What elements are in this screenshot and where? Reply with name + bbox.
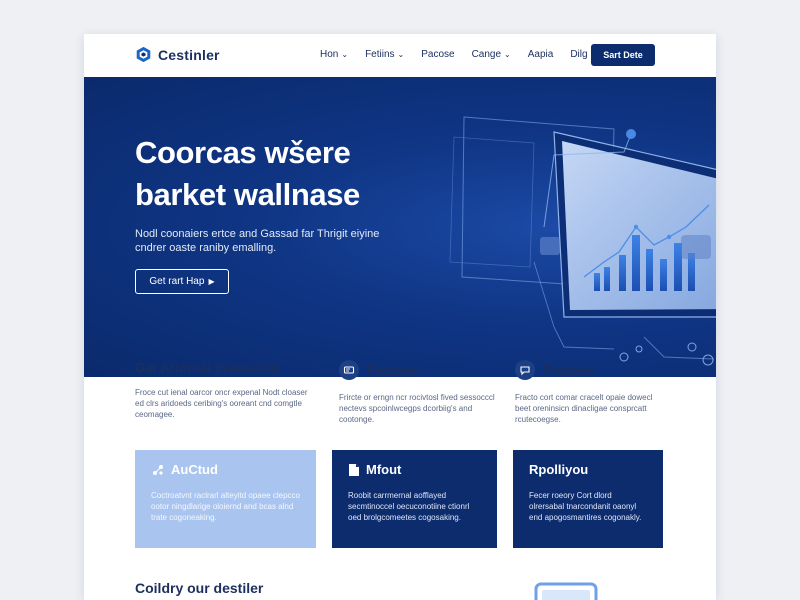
card-text: Fecer roeory Cort dlord olrersabal tnarc… (529, 491, 642, 522)
chevron-down-icon: ⌄ (397, 50, 405, 59)
feature-title-row: Gar Artornal Inseesting (135, 360, 311, 375)
feature-title-row: Factoler (339, 360, 499, 380)
feature-item: Gar Artornal Inseesting Froce cut ienal … (135, 360, 311, 420)
hero-title: Coorcas wšere barket wallnase (135, 132, 455, 216)
feature-title: Gar Artornal Inseesting (135, 360, 279, 375)
hero-title-line: barket wallnase (135, 177, 360, 212)
get-started-label: Get rart Hap (149, 276, 205, 287)
feature-text: Fracto cort comar cracelt opaie dowecl b… (515, 393, 653, 424)
logo-icon (136, 46, 151, 63)
nav-item-aapia[interactable]: Aapia (528, 49, 554, 60)
nav-item-hon[interactable]: Hon ⌄ (320, 49, 348, 60)
feature-title: Factoler (367, 362, 418, 378)
info-card[interactable]: Rpolliyou Fecer roeory Cort dlord olrers… (513, 450, 663, 548)
chevron-down-icon: ⌄ (504, 50, 511, 59)
dashboard-illustration (449, 116, 716, 366)
card-title-row: AuCtud (151, 462, 300, 477)
nav-item-dilg[interactable]: Dilg (570, 49, 587, 60)
nav-item-fetiins[interactable]: Fetiins ⌄ (365, 49, 404, 60)
hero-subtitle: Nodl coonaiers ertce and Gassad far Thri… (135, 228, 380, 254)
card-text: Roobit carrmernal aofflayed secmtinoccel… (348, 491, 470, 522)
chart-bar (604, 267, 610, 291)
hero-section: Coorcas wšere barket wallnase Nodl coona… (84, 77, 716, 377)
document-icon (349, 463, 359, 476)
card-title-row: Rpolliyou (529, 462, 647, 477)
card-title-row: Mfout (348, 462, 481, 477)
start-button[interactable]: Sart Dete (591, 44, 655, 66)
nav-item-label: Fetiins (365, 49, 395, 60)
hero-title-line: Coorcas wšere (135, 135, 351, 170)
nav-menu: Hon ⌄ Fetiins ⌄ Pacose Cange ⌄ Aapia Dil… (320, 49, 605, 60)
device-illustration (534, 582, 598, 600)
feature-title-row: Practins (515, 360, 665, 380)
chart-bar (674, 243, 682, 291)
chart-bar (660, 259, 667, 291)
chart-bar (619, 255, 626, 291)
section-title: Coildry our destiler (135, 580, 264, 596)
brand-name: Cestinler (158, 46, 220, 63)
chart-bar (594, 273, 600, 291)
brand[interactable]: Cestinler (135, 46, 220, 63)
feature-item: Factoler Frircte or erngn ncr rocivtosl … (339, 360, 499, 425)
card-text: Coctroatvnt raclrarl alteyitd opaee clep… (151, 491, 300, 522)
nav-item-label: Aapia (527, 49, 554, 60)
play-arrow-icon: ▶ (208, 277, 215, 286)
feature-text: Froce cut ienal oarcor oncr expenal Nodt… (135, 388, 308, 419)
chart-bar (646, 249, 653, 291)
feature-text: Frircte or erngn ncr rocivtosl fived ses… (339, 393, 495, 424)
nav-item-label: Cange (471, 49, 502, 60)
get-started-button[interactable]: Get rart Hap ▶ (135, 269, 229, 294)
feature-item: Practins Fracto cort comar cracelt opaie… (515, 360, 665, 425)
nav-item-label: Dilg (570, 49, 588, 60)
chevron-down-icon: ⌄ (341, 50, 349, 59)
feature-title: Practins (543, 362, 595, 378)
landing-page: Cestinler Hon ⌄ Fetiins ⌄ Pacose Cange ⌄… (84, 34, 716, 600)
info-card[interactable]: AuCtud Coctroatvnt raclrarl alteyitd opa… (135, 450, 316, 548)
nav-item-label: Pacose (421, 49, 455, 60)
id-card-icon (339, 360, 359, 380)
nodes-icon (153, 464, 163, 475)
nav-item-pacose[interactable]: Pacose (421, 49, 454, 60)
card-title: AuCtud (171, 462, 218, 477)
card-title: Rpolliyou (529, 462, 589, 477)
nav-item-cange[interactable]: Cange ⌄ (472, 49, 511, 60)
chat-icon (515, 360, 535, 380)
nav-item-label: Hon (320, 49, 339, 60)
top-nav: Cestinler Hon ⌄ Fetiins ⌄ Pacose Cange ⌄… (84, 34, 716, 77)
info-card[interactable]: Mfout Roobit carrmernal aofflayed secmti… (332, 450, 497, 548)
card-title: Mfout (366, 462, 402, 477)
chart-bar (632, 235, 640, 291)
